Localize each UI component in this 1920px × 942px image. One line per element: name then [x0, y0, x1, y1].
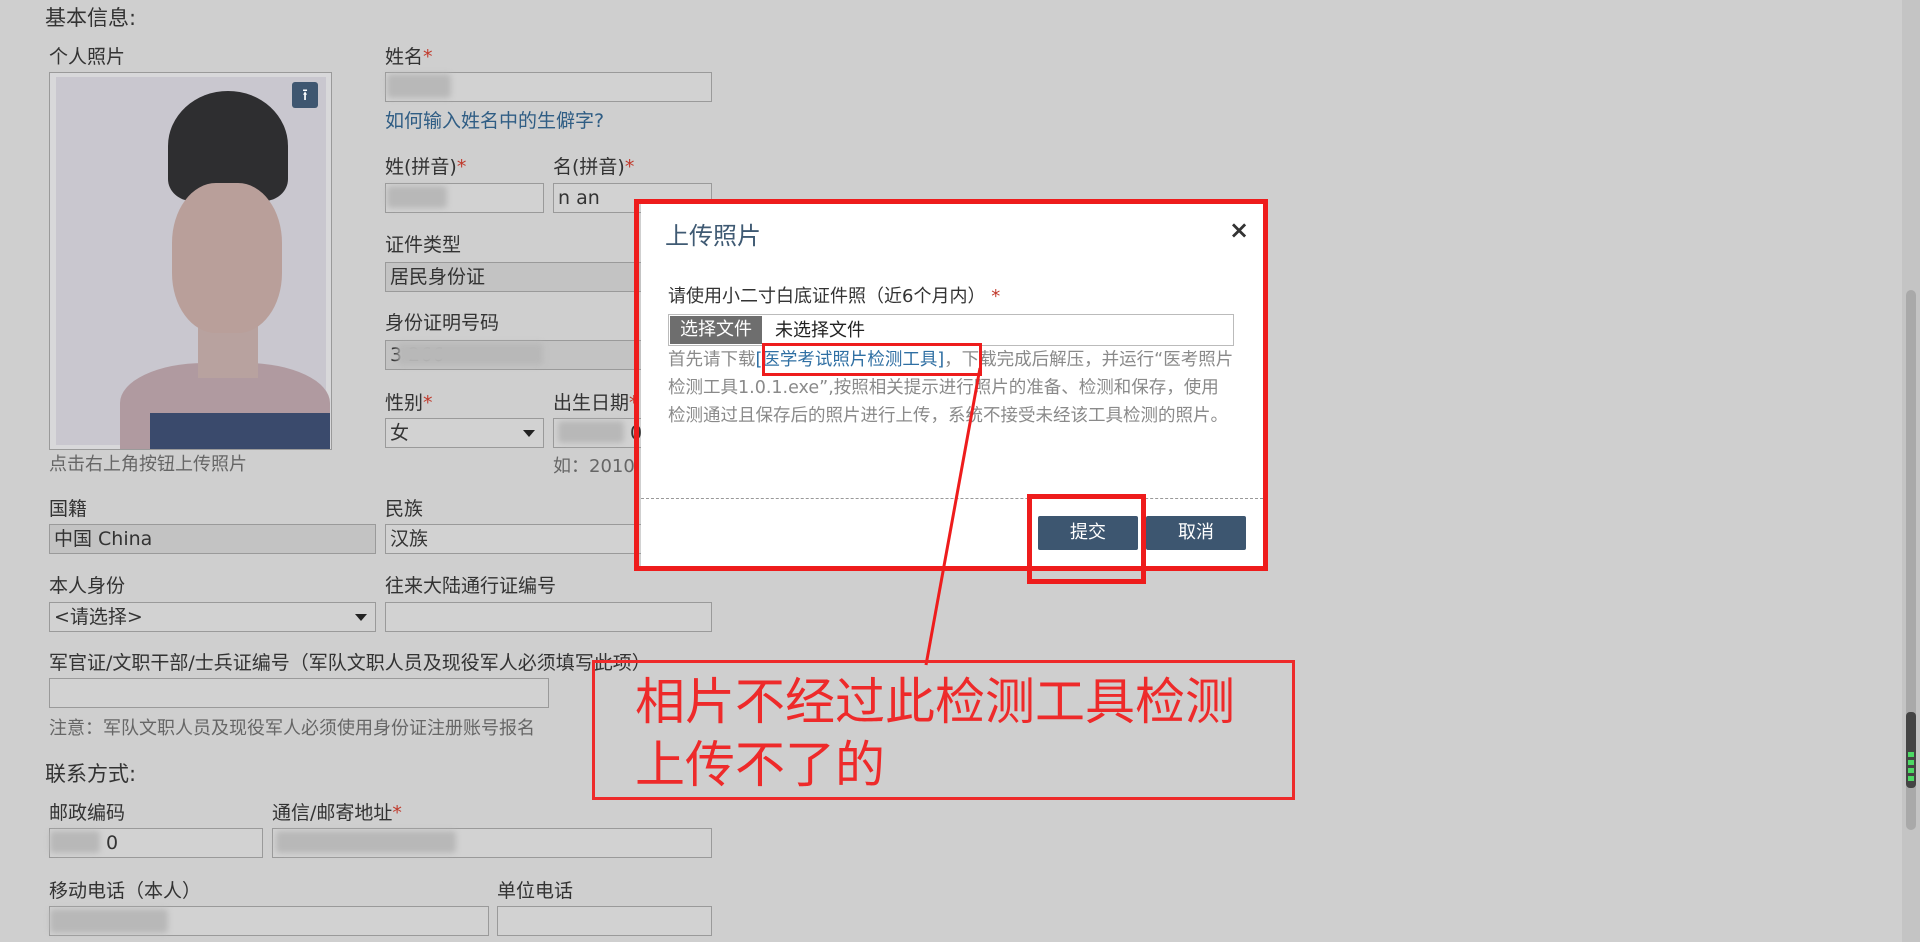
- scroll-meter: [1906, 712, 1916, 788]
- annotation-note-text: 相片不经过此检测工具检测上传不了的: [635, 673, 1235, 794]
- annotation-note: 相片不经过此检测工具检测上传不了的: [592, 660, 1295, 800]
- annotation-pointer-line: [924, 367, 982, 666]
